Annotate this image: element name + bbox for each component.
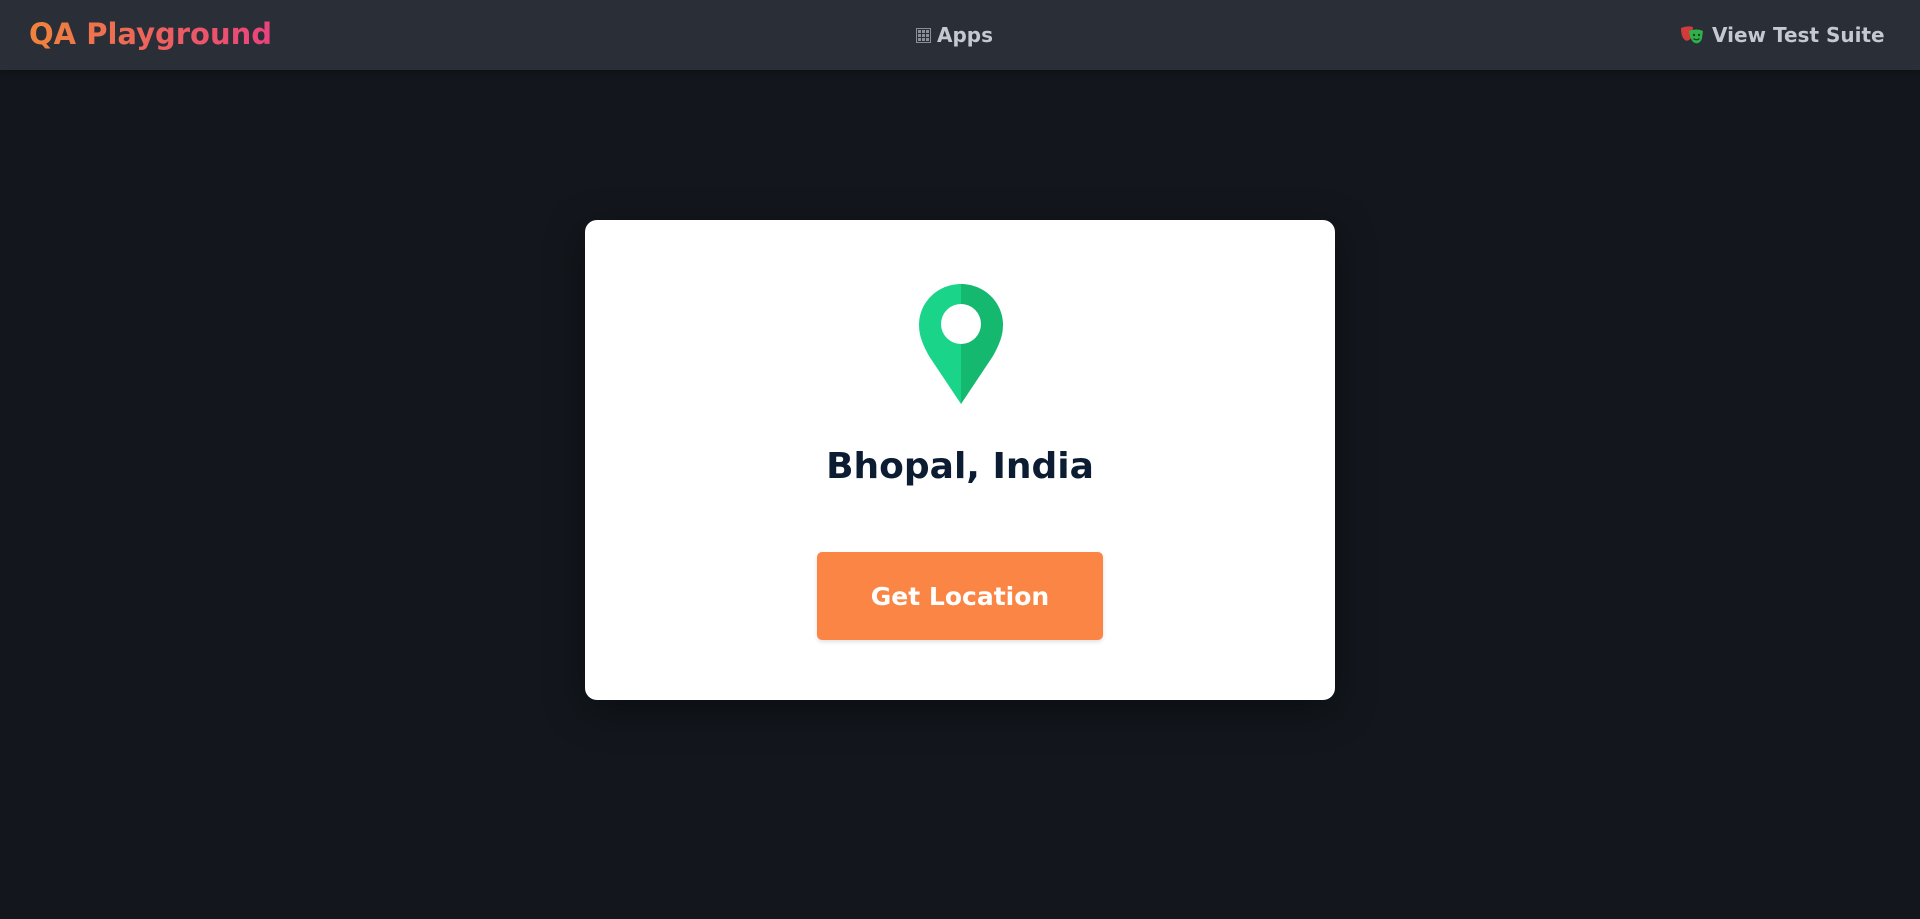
map-pin-icon — [919, 284, 1003, 404]
view-test-suite-link[interactable]: View Test Suite — [1680, 20, 1885, 50]
location-result-text: Bhopal, India — [826, 446, 1094, 487]
brand-logo-link[interactable]: QA Playground — [29, 14, 272, 54]
get-location-button[interactable]: Get Location — [817, 552, 1103, 640]
location-card: Bhopal, India Get Location — [585, 220, 1335, 700]
theater-mask-icon — [1681, 26, 1703, 44]
top-navbar: QA Playground Apps View Test Suite — [0, 0, 1920, 70]
apps-label: Apps — [937, 23, 994, 47]
grid-icon — [916, 27, 931, 43]
apps-link[interactable]: Apps — [916, 20, 993, 50]
view-test-suite-label: View Test Suite — [1712, 23, 1885, 47]
